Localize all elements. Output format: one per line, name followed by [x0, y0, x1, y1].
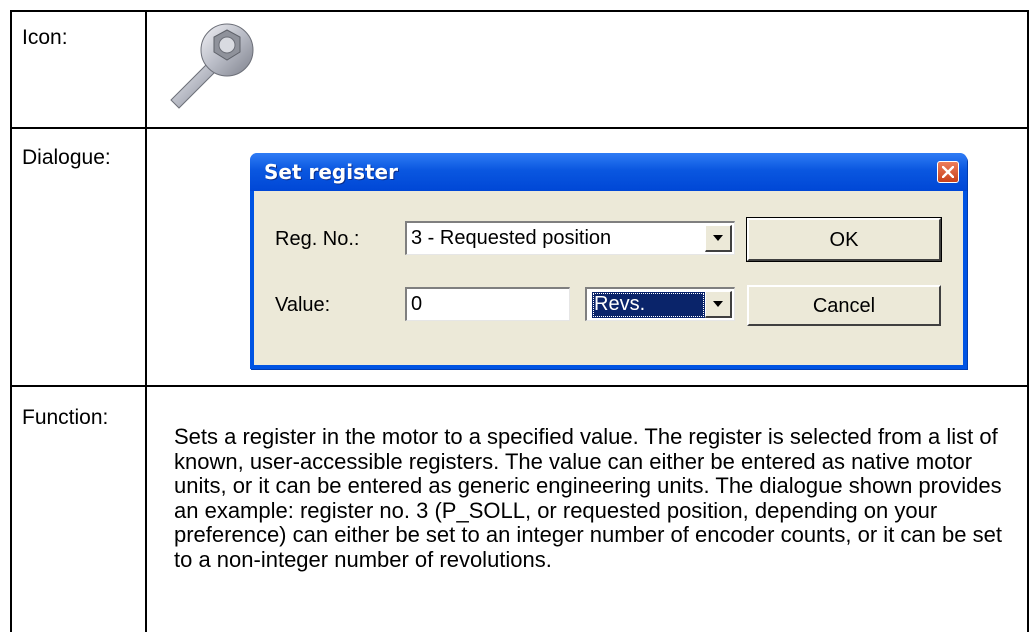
set-register-dialog: Set register Reg. No.: 3 - Requested pos… [250, 153, 967, 369]
ok-button-label: OK [829, 229, 859, 251]
value-label: Value: [275, 294, 331, 316]
register-dropdown-button[interactable] [705, 225, 732, 252]
table-divider-icon-row [10, 127, 1029, 129]
reg-no-label: Reg. No.: [275, 228, 360, 250]
cancel-button-label: Cancel [812, 295, 876, 317]
unit-select-value: Revs. [594, 293, 646, 315]
table-divider-dialogue-row [10, 385, 1029, 387]
table-border-top [10, 10, 1029, 12]
function-row-label: Function: [22, 406, 109, 429]
cancel-button[interactable]: Cancel [747, 285, 941, 326]
icon-row-label: Icon: [22, 26, 68, 49]
close-button[interactable] [937, 161, 959, 183]
register-select-value: 3 - Requested position [411, 227, 612, 249]
table-column-divider [145, 10, 147, 632]
dialogue-row-label: Dialogue: [22, 146, 111, 169]
close-icon [942, 166, 954, 178]
dialog-body: Reg. No.: 3 - Requested position OK Valu… [254, 191, 963, 365]
dialog-title: Set register [264, 160, 398, 184]
function-description: Sets a register in the motor to a specif… [174, 424, 1002, 572]
table-border-left [10, 10, 12, 632]
chevron-down-icon [713, 235, 723, 241]
unit-select-highlight: Revs. [592, 292, 705, 318]
chevron-down-icon [713, 301, 723, 307]
ok-button[interactable]: OK [746, 217, 942, 262]
unit-dropdown-button[interactable] [705, 291, 732, 318]
register-select[interactable]: 3 - Requested position [405, 221, 735, 255]
wrench-icon [165, 20, 261, 114]
value-input-text: 0 [411, 293, 423, 315]
unit-select[interactable]: Revs. [585, 287, 735, 321]
dialog-titlebar[interactable]: Set register [250, 153, 967, 191]
value-input[interactable]: 0 [405, 287, 570, 321]
